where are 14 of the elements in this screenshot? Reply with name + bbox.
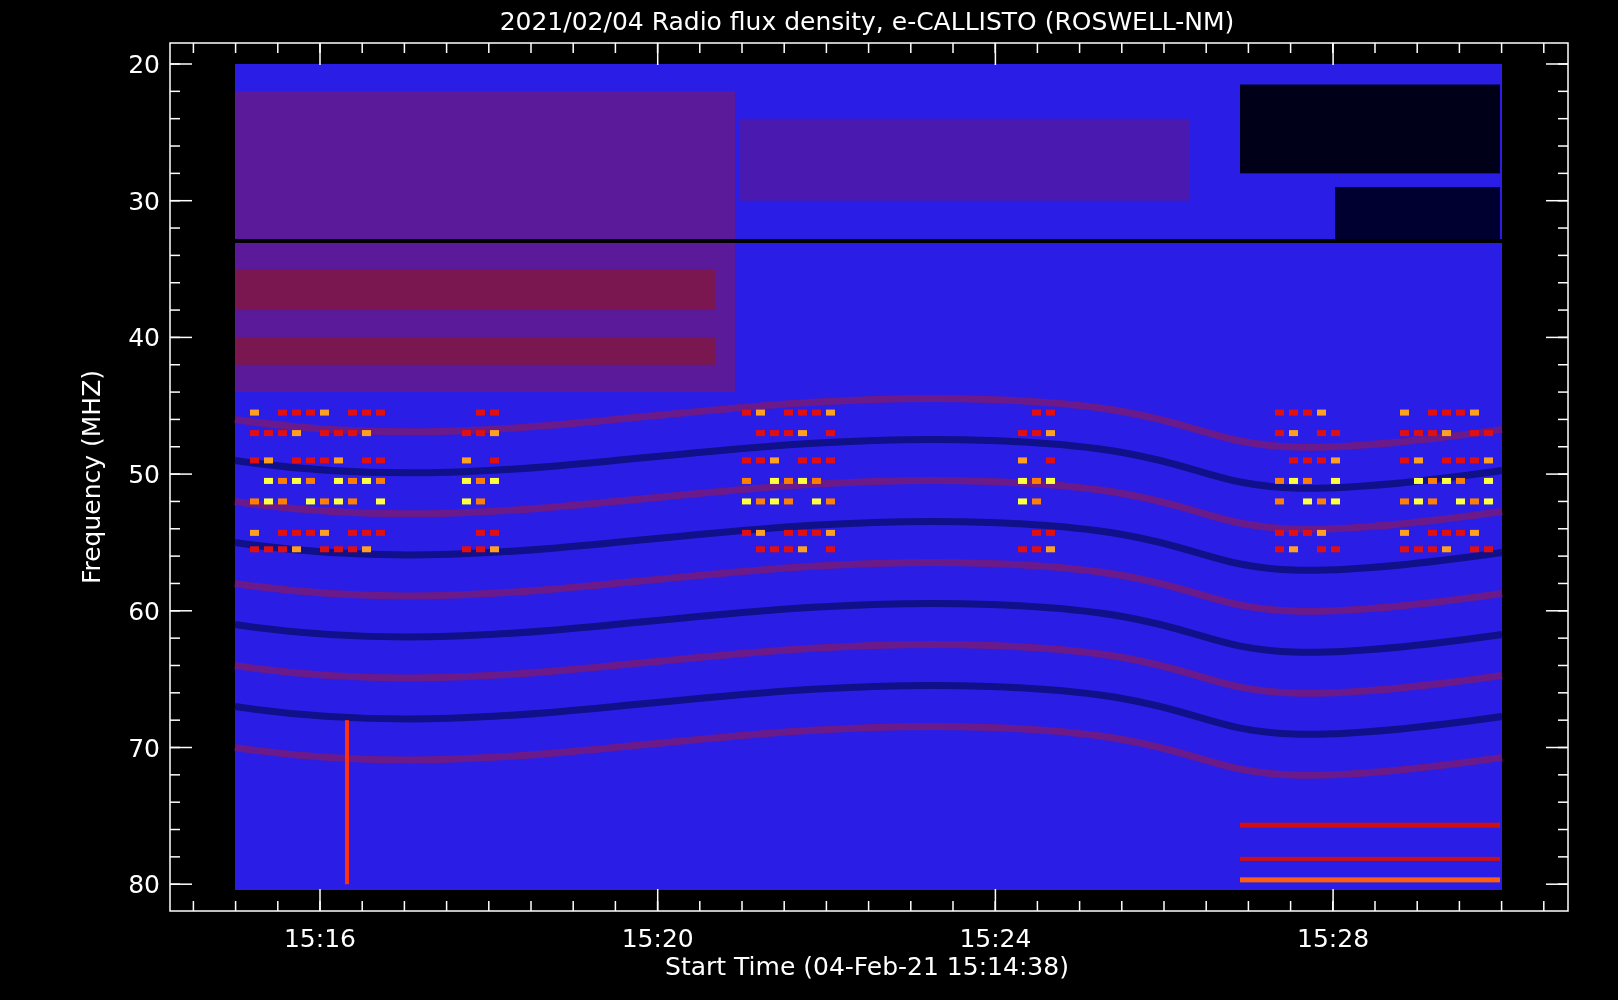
x-tick-label: 15:20 bbox=[621, 924, 694, 953]
y-tick-label: 40 bbox=[128, 323, 160, 353]
y-tick-label: 30 bbox=[128, 186, 160, 216]
y-tick-label: 80 bbox=[128, 870, 160, 900]
y-tick-label: 50 bbox=[128, 460, 160, 490]
chart-title: 2021/02/04 Radio flux density, e-CALLISTO (ROSWELL-NM) bbox=[499, 7, 1235, 36]
x-tick-label: 15:24 bbox=[959, 924, 1032, 953]
x-tick-label: 15:28 bbox=[1297, 924, 1370, 953]
y-tick-label: 20 bbox=[128, 50, 160, 79]
x-axis-label: Start Time (04-Feb-21 15:14:38) bbox=[665, 952, 1069, 981]
y-axis-label: Frequency (MHZ) bbox=[77, 369, 106, 585]
y-tick-label: 70 bbox=[128, 733, 160, 763]
y-tick-label: 60 bbox=[128, 596, 160, 626]
x-tick-label: 15:16 bbox=[284, 924, 356, 953]
